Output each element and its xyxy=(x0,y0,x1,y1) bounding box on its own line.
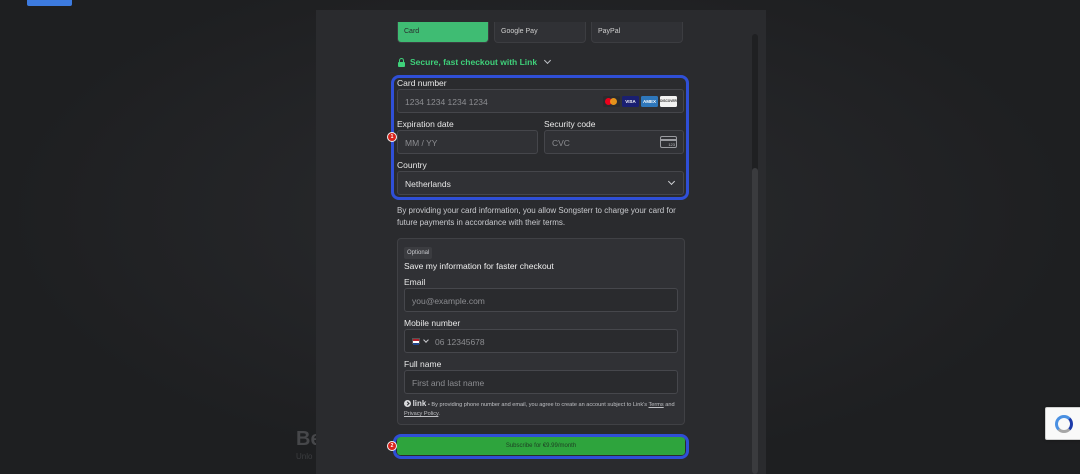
background-subtitle: Unlo xyxy=(296,452,313,461)
legal-text: • By providing phone number and email, y… xyxy=(426,402,649,408)
card-fields-highlight xyxy=(391,75,689,200)
link-legal-text: link • By providing phone number and ema… xyxy=(404,399,679,419)
recaptcha-badge[interactable] xyxy=(1045,407,1080,440)
optional-badge: Optional xyxy=(404,247,433,259)
legal-end: . xyxy=(438,411,440,417)
link-checkout-toggle[interactable]: Secure, fast checkout with Link xyxy=(398,56,552,67)
mobile-label: Mobile number xyxy=(404,318,461,328)
annotation-marker-2: 2 xyxy=(387,441,397,451)
email-label: Email xyxy=(404,277,426,287)
chevron-down-icon xyxy=(544,56,552,65)
privacy-policy-link[interactable]: Privacy Policy xyxy=(404,411,438,417)
chevron-down-icon[interactable] xyxy=(423,337,429,343)
annotation-marker-1: 1 xyxy=(387,132,397,142)
top-chip[interactable] xyxy=(27,0,72,6)
email-input[interactable]: you@example.com xyxy=(404,288,678,312)
legal-and: and xyxy=(663,402,675,408)
email-placeholder: you@example.com xyxy=(412,296,485,306)
card-authorization-notice: By providing your card information, you … xyxy=(397,206,676,227)
link-checkout-label: Secure, fast checkout with Link xyxy=(410,57,538,67)
fullname-placeholder: First and last name xyxy=(412,378,485,388)
netherlands-flag-icon[interactable] xyxy=(412,338,420,345)
terms-link[interactable]: Terms xyxy=(649,402,664,408)
link-logo-icon xyxy=(404,400,411,407)
fullname-label: Full name xyxy=(404,359,442,369)
fullname-input[interactable]: First and last name xyxy=(404,370,678,394)
payment-method-tabs: Card Google Pay PayPal xyxy=(397,22,683,43)
mobile-placeholder: 06 12345678 xyxy=(435,337,485,347)
link-brand: link xyxy=(412,399,427,408)
mobile-input[interactable]: 06 12345678 xyxy=(404,329,678,353)
tab-card[interactable]: Card xyxy=(397,22,489,43)
subscribe-highlight xyxy=(393,434,689,459)
scrollbar[interactable] xyxy=(752,34,758,474)
page: Be Unlo Card Google Pay PayPal Secure, f… xyxy=(0,0,1080,474)
lock-icon xyxy=(398,57,405,67)
scrollbar-thumb[interactable] xyxy=(752,168,758,474)
save-info-title: Save my information for faster checkout xyxy=(404,261,554,271)
tab-google-pay[interactable]: Google Pay xyxy=(494,22,586,43)
recaptcha-icon xyxy=(1055,415,1073,433)
tab-paypal[interactable]: PayPal xyxy=(591,22,683,43)
